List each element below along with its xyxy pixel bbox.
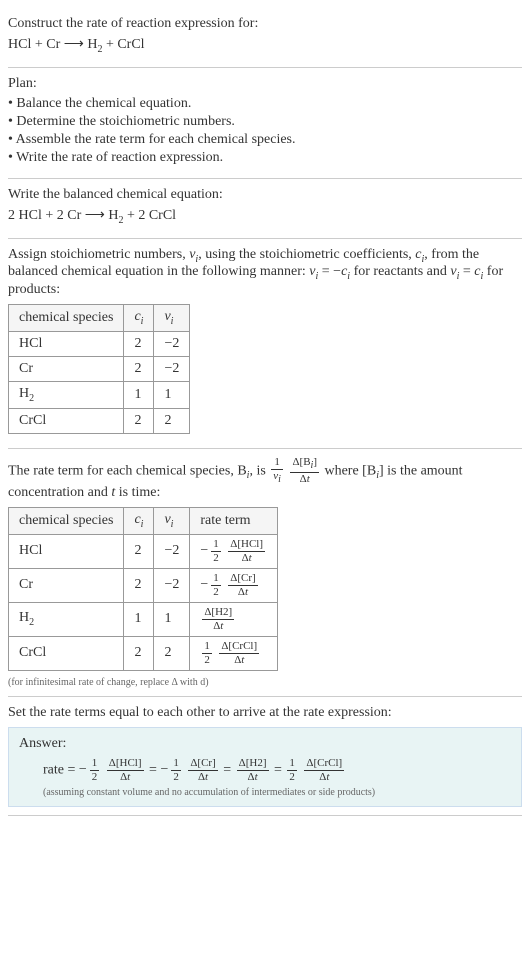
plan-item: • Determine the stoichiometric numbers. — [8, 114, 522, 130]
table-row: HCl 2 −2 — [9, 331, 190, 356]
balanced-intro: Write the balanced chemical equation: — [8, 187, 522, 203]
frac-one-over-nu: 1 νi — [271, 457, 283, 485]
table-row: H2 1 1 Δ[H2]Δt — [9, 602, 278, 636]
rateterm-section: The rate term for each chemical species,… — [8, 449, 522, 697]
table-header-row: chemical species ci νi — [9, 305, 190, 332]
plan-list: • Balance the chemical equation. • Deter… — [8, 96, 522, 166]
arrow-icon: ⟶ — [64, 37, 84, 52]
unbalanced-equation: HCl + Cr ⟶ H2 + CrCl — [8, 36, 522, 55]
final-intro: Set the rate terms equal to each other t… — [8, 705, 522, 721]
arrow-icon: ⟶ — [85, 208, 105, 223]
eq-rhs-rest: + CrCl — [102, 37, 144, 52]
answer-note: (assuming constant volume and no accumul… — [43, 787, 511, 798]
balanced-section: Write the balanced chemical equation: 2 … — [8, 179, 522, 239]
table-row: H2 1 1 — [9, 381, 190, 408]
plan-section: Plan: • Balance the chemical equation. •… — [8, 68, 522, 179]
plan-item: • Balance the chemical equation. — [8, 96, 522, 112]
col-nui: νi — [154, 507, 190, 534]
col-rateterm: rate term — [190, 507, 278, 534]
rate-expression: rate = −12 Δ[HCl]Δt = −12 Δ[Cr]Δt = Δ[H2… — [43, 758, 511, 783]
rate-term-cell: Δ[H2]Δt — [190, 602, 278, 636]
plan-item: • Assemble the rate term for each chemic… — [8, 132, 522, 148]
rateterm-table: chemical species ci νi rate term HCl 2 −… — [8, 507, 278, 671]
col-species: chemical species — [9, 305, 124, 332]
prompt-text: Construct the rate of reaction expressio… — [8, 16, 522, 32]
balanced-lhs: 2 HCl + 2 Cr — [8, 208, 81, 223]
col-nui: νi — [154, 305, 190, 332]
table-row: HCl 2 −2 −12 Δ[HCl]Δt — [9, 534, 278, 568]
stoich-intro: Assign stoichiometric numbers, νi, using… — [8, 247, 522, 299]
plan-item: • Write the rate of reaction expression. — [8, 150, 522, 166]
col-ci: ci — [124, 507, 154, 534]
answer-box: Answer: rate = −12 Δ[HCl]Δt = −12 Δ[Cr]Δ… — [8, 727, 522, 807]
table-row: CrCl 2 2 — [9, 408, 190, 433]
table-row: Cr 2 −2 −12 Δ[Cr]Δt — [9, 568, 278, 602]
frac-dBi-dt: Δ[Bi] Δt — [290, 457, 319, 485]
rate-term-cell: −12 Δ[HCl]Δt — [190, 534, 278, 568]
final-section: Set the rate terms equal to each other t… — [8, 697, 522, 816]
prompt-section: Construct the rate of reaction expressio… — [8, 8, 522, 68]
rateterm-intro: The rate term for each chemical species,… — [8, 457, 522, 501]
rateterm-note: (for infinitesimal rate of change, repla… — [8, 677, 522, 688]
stoich-section: Assign stoichiometric numbers, νi, using… — [8, 239, 522, 449]
answer-label: Answer: — [19, 736, 511, 752]
eq-rhs-h2: H2 — [87, 37, 102, 52]
rate-term-cell: −12 Δ[Cr]Δt — [190, 568, 278, 602]
table-row: CrCl 2 2 12 Δ[CrCl]Δt — [9, 636, 278, 670]
rate-term-cell: 12 Δ[CrCl]Δt — [190, 636, 278, 670]
table-row: Cr 2 −2 — [9, 356, 190, 381]
col-species: chemical species — [9, 507, 124, 534]
table-header-row: chemical species ci νi rate term — [9, 507, 278, 534]
plan-title: Plan: — [8, 76, 522, 92]
balanced-rhs: H2 + 2 CrCl — [108, 208, 176, 223]
col-ci: ci — [124, 305, 154, 332]
stoich-table: chemical species ci νi HCl 2 −2 Cr 2 −2 … — [8, 304, 190, 434]
balanced-equation: 2 HCl + 2 Cr ⟶ H2 + 2 CrCl — [8, 207, 522, 226]
eq-lhs: HCl + Cr — [8, 37, 60, 52]
